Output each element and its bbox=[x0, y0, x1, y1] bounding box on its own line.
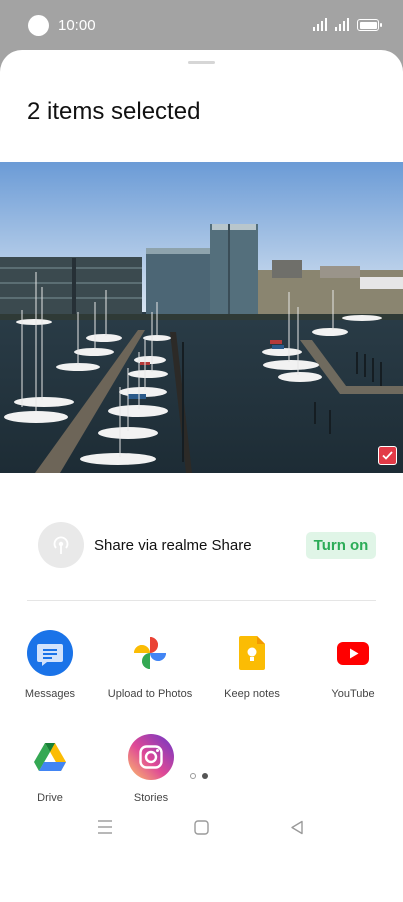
app-label: YouTube bbox=[331, 688, 375, 700]
youtube-icon bbox=[330, 630, 376, 676]
google-drive-icon bbox=[27, 734, 73, 780]
marina-photo bbox=[0, 162, 403, 473]
app-youtube[interactable]: YouTube bbox=[303, 630, 403, 700]
realme-share-icon bbox=[38, 522, 84, 568]
google-photos-icon bbox=[127, 630, 173, 676]
selected-photo-preview[interactable] bbox=[0, 162, 403, 473]
selected-check-icon[interactable] bbox=[378, 446, 397, 465]
app-label: Drive bbox=[37, 792, 63, 804]
status-dot-icon bbox=[28, 15, 49, 36]
sheet-title: 2 items selected bbox=[27, 98, 201, 125]
realme-share-label: Share via realme Share bbox=[94, 537, 252, 554]
divider bbox=[27, 600, 376, 601]
page-dot-active[interactable] bbox=[202, 773, 208, 779]
instagram-icon bbox=[128, 734, 174, 780]
home-icon[interactable] bbox=[186, 812, 216, 842]
app-label: Messages bbox=[24, 688, 76, 700]
page-dot-inactive[interactable] bbox=[190, 773, 196, 779]
status-icons bbox=[313, 18, 382, 31]
app-keep-notes[interactable]: Keep notes bbox=[202, 630, 302, 700]
navigation-bar bbox=[0, 812, 403, 842]
back-icon[interactable] bbox=[282, 812, 312, 842]
messages-icon bbox=[27, 630, 73, 676]
battery-icon bbox=[357, 19, 382, 31]
realme-share-row: Share via realme Share Turn on bbox=[0, 522, 403, 570]
signal-icon bbox=[313, 18, 327, 31]
signal-icon bbox=[335, 18, 349, 31]
app-drive[interactable]: Drive bbox=[0, 734, 100, 804]
share-sheet: 2 items selected Share via realme Share … bbox=[0, 50, 403, 902]
keep-notes-icon bbox=[229, 630, 275, 676]
app-label: Upload to Photos bbox=[107, 688, 193, 700]
menu-icon[interactable] bbox=[90, 812, 120, 842]
app-upload-to-photos[interactable]: Upload to Photos bbox=[100, 630, 200, 700]
status-time: 10:00 bbox=[58, 17, 96, 34]
page-indicator bbox=[190, 773, 208, 779]
app-stories[interactable]: Stories bbox=[101, 734, 201, 804]
app-label: Keep notes bbox=[224, 688, 280, 700]
status-bar: 10:00 bbox=[0, 0, 403, 50]
turn-on-button[interactable]: Turn on bbox=[306, 532, 376, 559]
app-label: Stories bbox=[133, 792, 169, 804]
app-messages[interactable]: Messages bbox=[0, 630, 100, 700]
drag-handle[interactable] bbox=[188, 61, 215, 64]
